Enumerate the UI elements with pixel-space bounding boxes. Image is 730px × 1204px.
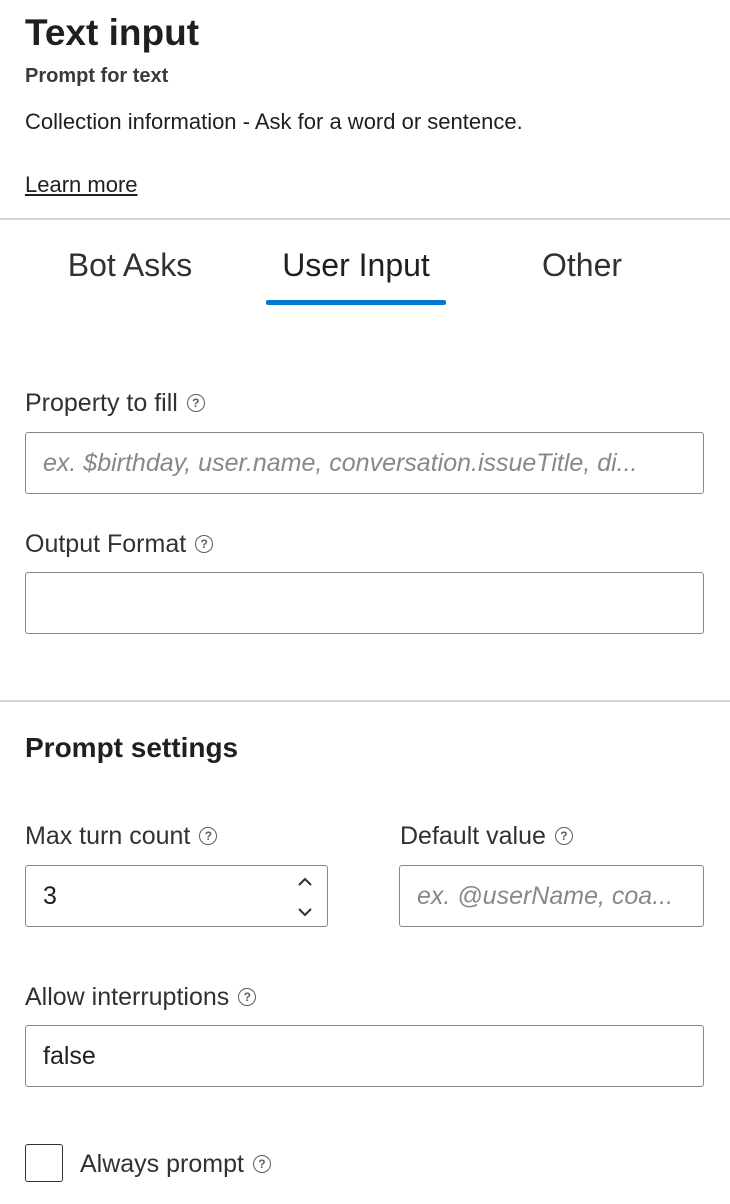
chevron-up-icon[interactable] bbox=[295, 872, 315, 892]
allow-interruptions-label-text: Allow interruptions bbox=[25, 983, 230, 1011]
allow-interruptions-label: Allow interruptions ? bbox=[25, 981, 257, 1013]
tab-user-input[interactable]: User Input bbox=[256, 245, 456, 285]
help-circle-icon[interactable]: ? bbox=[238, 988, 257, 1006]
max-turn-count-label: Max turn count ? bbox=[25, 820, 218, 852]
always-prompt-label-text: Always prompt bbox=[80, 1150, 244, 1178]
section-divider bbox=[0, 700, 730, 702]
default-value-label: Default value ? bbox=[400, 820, 573, 852]
help-circle-icon[interactable]: ? bbox=[252, 1155, 271, 1173]
learn-more-link[interactable]: Learn more bbox=[25, 171, 138, 199]
help-circle-icon[interactable]: ? bbox=[199, 827, 218, 845]
panel-title: Text input bbox=[25, 12, 200, 53]
tab-other[interactable]: Other bbox=[512, 245, 652, 285]
prompt-settings-heading: Prompt settings bbox=[25, 732, 239, 763]
property-to-fill-field[interactable] bbox=[25, 432, 704, 494]
output-format-label: Output Format ? bbox=[25, 528, 214, 560]
always-prompt-checkbox[interactable] bbox=[25, 1144, 63, 1182]
tab-bot-asks[interactable]: Bot Asks bbox=[50, 245, 210, 285]
max-turn-count-stepper[interactable] bbox=[25, 865, 328, 927]
output-format-input[interactable] bbox=[26, 573, 703, 633]
default-value-field[interactable] bbox=[399, 865, 704, 927]
default-value-label-text: Default value bbox=[400, 822, 546, 850]
max-turn-count-label-text: Max turn count bbox=[25, 822, 191, 850]
property-to-fill-label: Property to fill ? bbox=[25, 387, 205, 419]
help-circle-icon[interactable]: ? bbox=[186, 394, 205, 412]
active-tab-indicator bbox=[266, 300, 446, 305]
spin-buttons bbox=[295, 872, 315, 922]
help-circle-icon[interactable]: ? bbox=[195, 535, 214, 553]
allow-interruptions-field[interactable] bbox=[25, 1025, 704, 1087]
output-format-label-text: Output Format bbox=[25, 530, 187, 558]
max-turn-count-input[interactable] bbox=[26, 866, 327, 926]
panel-description: Collection information - Ask for a word … bbox=[25, 109, 523, 134]
always-prompt-label: Always prompt ? bbox=[80, 1148, 271, 1180]
output-format-field[interactable] bbox=[25, 572, 704, 634]
panel-subtitle: Prompt for text bbox=[25, 65, 169, 87]
help-circle-icon[interactable]: ? bbox=[554, 827, 573, 845]
default-value-input[interactable] bbox=[400, 866, 703, 926]
allow-interruptions-input[interactable] bbox=[26, 1026, 703, 1086]
property-to-fill-label-text: Property to fill bbox=[25, 389, 178, 417]
property-to-fill-input[interactable] bbox=[26, 433, 703, 493]
chevron-down-icon[interactable] bbox=[295, 902, 315, 922]
header-divider bbox=[0, 218, 730, 220]
